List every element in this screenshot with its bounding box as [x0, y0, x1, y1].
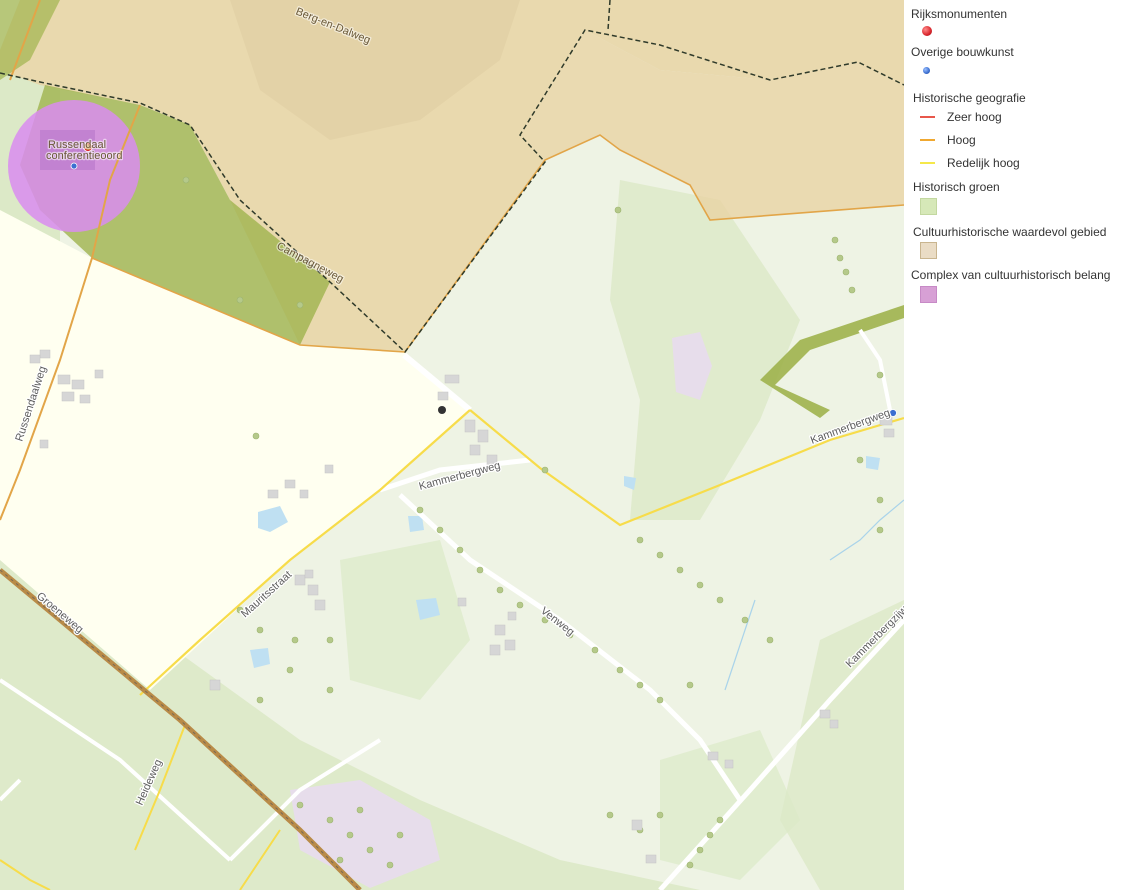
legend-line-hoog: [920, 139, 935, 141]
water-pond: [866, 456, 880, 470]
legend-label-redelijk-hoog: Redelijk hoog: [947, 156, 1020, 170]
legend-swatch-cultuurhistorische: [920, 242, 937, 259]
legend-line-zeer-hoog: [920, 116, 935, 118]
legend-swatch-complex: [920, 286, 937, 303]
legend-title-cultuurhistorische-waardevol-gebied: Cultuurhistorische waardevol gebied: [913, 225, 1107, 239]
map-canvas[interactable]: Berg-en-Dalweg Russendaal conferentieoor…: [0, 0, 904, 890]
legend-title-historische-geografie: Historische geografie: [913, 91, 1026, 105]
legend-title-overige-bouwkunst: Overige bouwkunst: [911, 45, 1014, 59]
location-point-marker[interactable]: [438, 406, 446, 414]
overige-bouwkunst-marker[interactable]: [70, 162, 78, 170]
legend-label-hoog: Hoog: [947, 133, 976, 147]
legend-title-rijksmonumenten: Rijksmonumenten: [911, 7, 1008, 21]
map-legend: Rijksmonumenten Overige bouwkunst Histor…: [904, 0, 1138, 890]
map-label-conferentieoord: conferentieoord: [46, 150, 122, 162]
blue-dot-icon: [923, 67, 930, 74]
red-dot-icon: [922, 26, 932, 36]
legend-swatch-historisch-groen: [920, 198, 937, 215]
legend-line-redelijk-hoog: [920, 162, 935, 164]
legend-label-zeer-hoog: Zeer hoog: [947, 110, 1002, 124]
map-view[interactable]: Berg-en-Dalweg Russendaal conferentieoor…: [0, 0, 904, 890]
legend-title-historisch-groen: Historisch groen: [913, 180, 1000, 194]
legend-title-complex: Complex van cultuurhistorisch belang: [911, 268, 1111, 282]
